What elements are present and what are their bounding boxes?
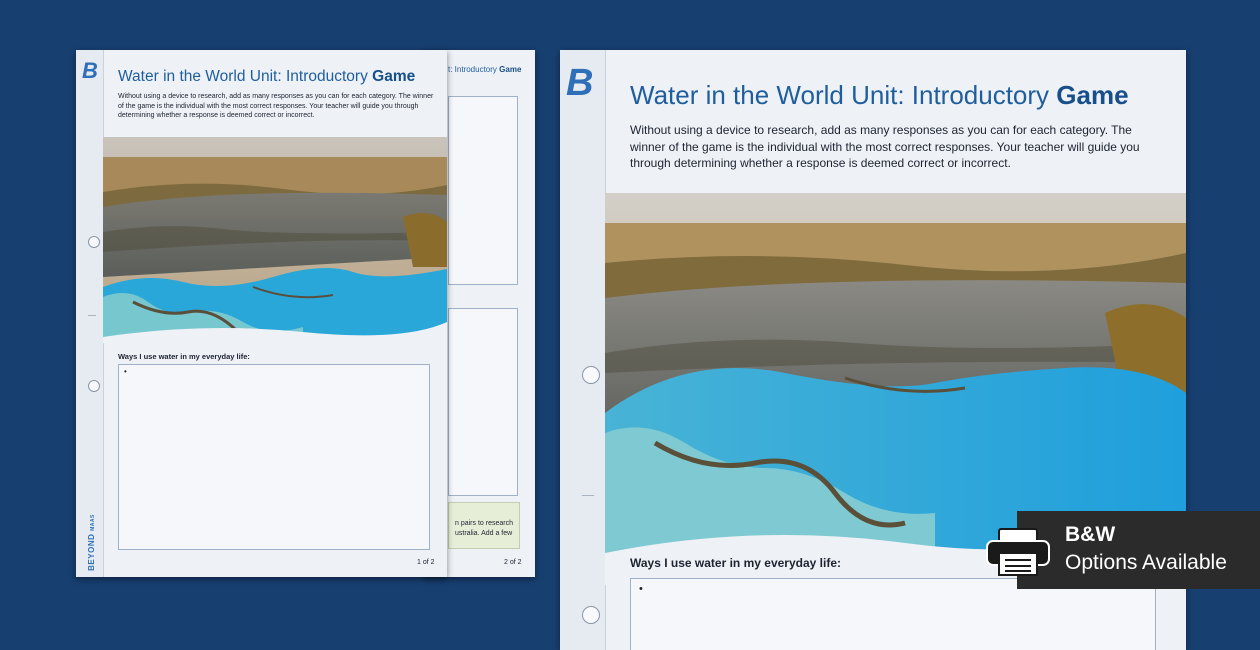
punch-hole-bottom-large (582, 606, 600, 624)
page-2-title-fragment: t: Introductory Game (448, 65, 522, 74)
fold-mark (88, 315, 96, 316)
brand-name-vertical: BEYOND MAAS (86, 514, 96, 571)
page-title-large: Water in the World Unit: Introductory Ga… (630, 80, 1129, 110)
badge-title: B&W (1065, 523, 1116, 546)
binding-strip-large (560, 50, 606, 650)
intro-text: Without using a device to research, add … (118, 93, 434, 119)
punch-hole-top (88, 236, 100, 248)
answer-bullet: • (124, 367, 127, 376)
prompt-label-large: Ways I use water in my everyday life: (630, 556, 841, 570)
worksheet-page-1-preview[interactable]: B BEYOND MAAS Water in the World Unit: I… (76, 50, 447, 577)
binding-strip (76, 50, 104, 577)
brand-logo-large: B (566, 62, 594, 104)
landscape-photo (103, 137, 447, 343)
answer-box[interactable]: • (118, 364, 430, 550)
page-2-note-box: n pairs to research ustralia. Add a few (448, 502, 520, 549)
fold-mark-large (582, 495, 594, 496)
intro-text-large: Without using a device to research, add … (630, 123, 1140, 170)
page-1-number: 1 of 2 (417, 559, 435, 566)
brand-logo: B (82, 58, 98, 83)
page-title: Water in the World Unit: Introductory Ga… (118, 68, 416, 85)
page-2-box-top (448, 96, 518, 285)
badge-subtitle: Options Available (1065, 551, 1227, 574)
punch-hole-top-large (582, 366, 600, 384)
page-2-box-middle (448, 308, 518, 496)
photo-artwork (103, 137, 447, 343)
page-2-note-line1: n pairs to research (455, 520, 513, 527)
page-2-note-line2: ustralia. Add a few (455, 530, 513, 537)
page-2-number: 2 of 2 (504, 559, 522, 566)
punch-hole-bottom (88, 380, 100, 392)
bw-options-badge: B&W Options Available (986, 511, 1260, 589)
prompt-label: Ways I use water in my everyday life: (118, 352, 250, 361)
answer-bullet-large: • (639, 583, 643, 595)
printer-icon (983, 527, 1053, 577)
